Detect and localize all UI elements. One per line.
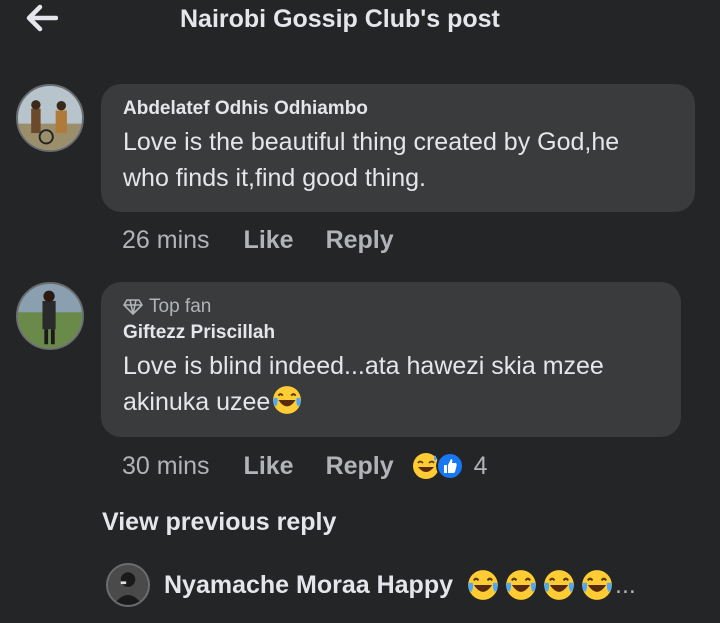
laughing-tears-emoji bbox=[468, 570, 498, 600]
comment-timestamp[interactable]: 30 mins bbox=[122, 452, 210, 481]
comment-actions: 26 mins Like Reply bbox=[122, 222, 426, 258]
truncation-ellipsis: ... bbox=[615, 570, 636, 599]
laughing-tears-emoji bbox=[273, 386, 302, 415]
like-reaction-icon bbox=[435, 452, 464, 480]
comment-text: Love is the beautiful thing created by G… bbox=[123, 124, 673, 196]
comment-timestamp[interactable]: 26 mins bbox=[122, 226, 210, 255]
reply-button[interactable]: Reply bbox=[326, 452, 394, 481]
diamond-icon bbox=[123, 299, 143, 315]
avatar[interactable] bbox=[16, 282, 84, 350]
comment-bubble: Top fan Giftezz Priscillah Love is blind… bbox=[101, 282, 681, 437]
avatar[interactable] bbox=[106, 563, 150, 607]
comment-text-line: Love is the beautiful thing created by G… bbox=[123, 128, 620, 156]
reaction-count: 4 bbox=[473, 451, 488, 480]
reply-emojis bbox=[467, 569, 613, 601]
top-fan-badge: Top fan bbox=[123, 296, 659, 318]
comment-author[interactable]: Giftezz Priscillah bbox=[123, 322, 659, 344]
comment-text-line: akinuka uzee bbox=[123, 384, 659, 420]
comment-text-fragment: akinuka uzee bbox=[123, 388, 271, 416]
reactions-summary[interactable]: 4 bbox=[412, 452, 488, 481]
arrow-left-icon[interactable] bbox=[24, 4, 58, 32]
reply-author[interactable]: Nyamache Moraa Happy bbox=[164, 571, 453, 600]
comment-text-line: Love is blind indeed...ata hawezi skia m… bbox=[123, 352, 604, 380]
comment-author[interactable]: Abdelatef Odhis Odhiambo bbox=[123, 98, 673, 120]
badge-label: Top fan bbox=[149, 296, 212, 317]
header-bar: Nairobi Gossip Club's post bbox=[0, 0, 720, 44]
laughing-tears-emoji bbox=[582, 570, 612, 600]
reply-button[interactable]: Reply bbox=[326, 226, 394, 255]
page-title: Nairobi Gossip Club's post bbox=[180, 5, 500, 33]
laughing-tears-emoji bbox=[506, 570, 536, 600]
like-button[interactable]: Like bbox=[244, 452, 294, 481]
avatar[interactable] bbox=[16, 84, 84, 152]
laughing-tears-emoji bbox=[544, 570, 574, 600]
like-button[interactable]: Like bbox=[244, 226, 294, 255]
reply-preview[interactable]: Nyamache Moraa Happy ... bbox=[106, 563, 636, 607]
view-previous-reply-link[interactable]: View previous reply bbox=[102, 508, 336, 537]
comment-text-line: who finds it,find good thing. bbox=[123, 164, 426, 192]
comment-text: Love is blind indeed...ata hawezi skia m… bbox=[123, 348, 659, 420]
comment-bubble: Abdelatef Odhis Odhiambo Love is the bea… bbox=[101, 84, 695, 212]
comment-actions: 30 mins Like Reply 4 bbox=[122, 448, 488, 484]
